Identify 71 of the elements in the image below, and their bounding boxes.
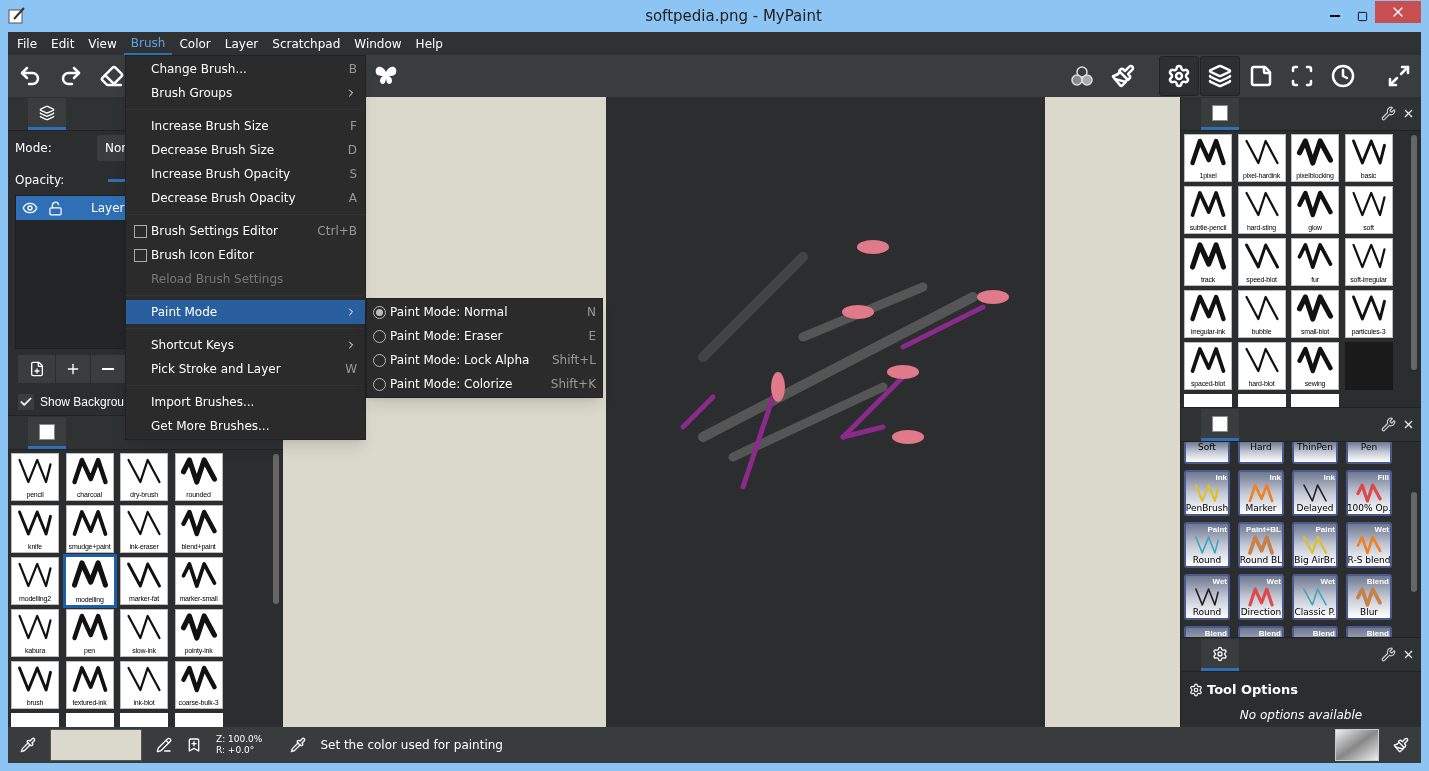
shortcut-label: Shift+K xyxy=(550,376,596,393)
brush-tag: Blend xyxy=(1366,576,1390,587)
menu-entry-label: Paint Mode: Lock Alpha xyxy=(390,352,531,369)
brush-label: Hard xyxy=(1250,442,1272,453)
brush-tag: Wet xyxy=(1266,576,1282,587)
shortcut-label: Ctrl+B xyxy=(317,223,357,240)
brush-tag: Blend xyxy=(1204,628,1228,637)
brush-tag: Paint xyxy=(1207,524,1228,535)
brush-tag: Ink xyxy=(1215,472,1228,483)
menu-entry-label: Reload Brush Settings xyxy=(151,271,285,288)
brush-label: PenBrush xyxy=(1186,503,1228,514)
brush-label: Delayed xyxy=(1296,503,1334,514)
menu-entry-label: Brush Icon Editor xyxy=(151,247,255,264)
menu-entry-label: Increase Brush Size xyxy=(151,118,270,135)
menu-entry-label: Get More Brushes... xyxy=(151,418,271,435)
brush-label: Round BL xyxy=(1240,555,1282,566)
brush-label: Marker xyxy=(1245,503,1277,514)
brush-label: R-S blend xyxy=(1348,555,1390,566)
brush-tag: Blend xyxy=(1258,628,1282,637)
brush-tag: Wet xyxy=(1374,524,1390,535)
mode-label: Mode: xyxy=(15,140,53,157)
brush-label: Round xyxy=(1192,555,1222,566)
shortcut-label: W xyxy=(345,361,357,378)
brush-tag: Blend xyxy=(1366,628,1390,637)
menu-entry-label: Paint Mode: Normal xyxy=(390,304,509,321)
no-options-message: No options available xyxy=(1239,706,1363,724)
layer-name: Layer xyxy=(91,200,125,217)
brush-label: ThinPen xyxy=(1297,442,1333,453)
shortcut-label: N xyxy=(587,304,596,321)
shortcut-label: D xyxy=(347,142,357,159)
brush-label: Round xyxy=(1192,607,1222,618)
brush-label: Pen xyxy=(1360,442,1378,453)
menu-entry-label: Brush Groups xyxy=(151,85,234,102)
window-title: softpedia.png - MyPaint xyxy=(645,5,822,27)
brush-tag: Fill xyxy=(1377,472,1390,483)
brush-tag: Wet xyxy=(1212,576,1228,587)
tool-options-title: Tool Options xyxy=(1207,681,1298,699)
shortcut-label: Shift+L xyxy=(552,352,596,369)
brush-label: Big AirBr. xyxy=(1294,555,1336,566)
brush-label: Classic P. xyxy=(1294,607,1336,618)
shortcut-label: F xyxy=(350,118,357,135)
brush-tag: Paint+BL xyxy=(1246,524,1282,535)
menu-entry-label: Paint Mode xyxy=(151,304,219,321)
menu-entry-label: Decrease Brush Size xyxy=(151,142,276,159)
rotation-readout: R: +0.0° xyxy=(216,745,256,756)
menu-entry-label: Brush Settings Editor xyxy=(151,223,279,240)
menu-entry-label: Paint Mode: Eraser xyxy=(390,328,504,345)
shortcut-label: S xyxy=(349,166,357,183)
shortcut-label: B xyxy=(348,61,357,78)
brush-label: 100% Op. xyxy=(1348,503,1390,514)
brush-tag: Blend xyxy=(1312,628,1336,637)
brush-label: Soft xyxy=(1198,442,1216,453)
show-background-label: Show Backgrou xyxy=(40,394,125,411)
shortcut-label: E xyxy=(588,328,596,345)
menu-entry-label: Pick Stroke and Layer xyxy=(151,361,282,378)
brush-tag: Ink xyxy=(1323,472,1336,483)
menu-entry-label: Shortcut Keys xyxy=(151,337,235,354)
brush-tag: Ink xyxy=(1269,472,1282,483)
shortcut-label: A xyxy=(348,190,357,207)
brush-tag: Paint xyxy=(1315,524,1336,535)
brush-label: Blur xyxy=(1359,607,1379,618)
status-message: Set the color used for painting xyxy=(320,737,503,754)
menu-entry-label: Increase Brush Opacity xyxy=(151,166,292,183)
menu-entry-label: Paint Mode: Colorize xyxy=(390,376,514,393)
menu-entry-label: Decrease Brush Opacity xyxy=(151,190,297,207)
opacity-label: Opacity: xyxy=(15,172,66,189)
menu-entry-label: Change Brush... xyxy=(151,61,248,78)
menu-entry-label: Import Brushes... xyxy=(151,394,256,411)
brush-label: Direction xyxy=(1240,607,1282,618)
brush-tag: Wet xyxy=(1320,576,1336,587)
zoom-readout: Z: 100.0% xyxy=(216,734,263,745)
